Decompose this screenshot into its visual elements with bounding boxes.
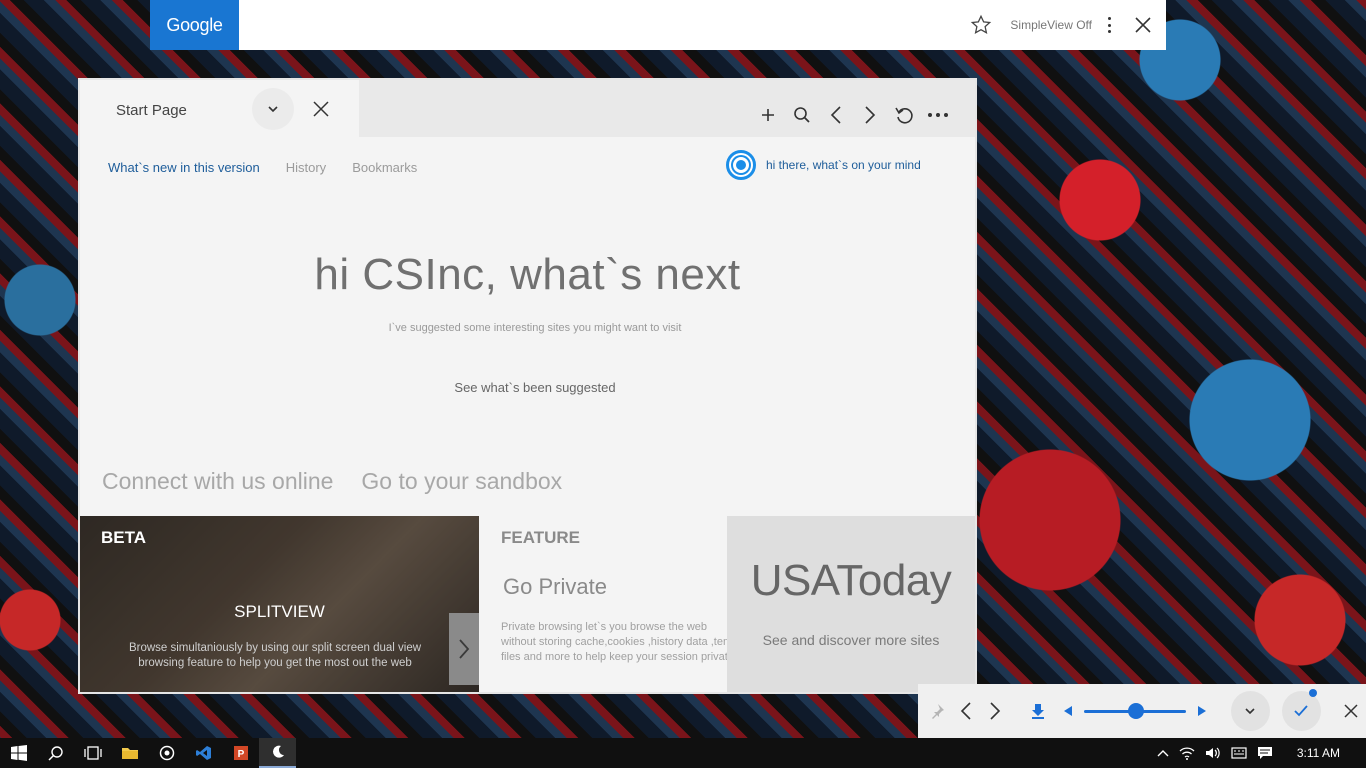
forward-button[interactable] — [980, 696, 1009, 726]
close-icon — [1344, 704, 1358, 718]
slider-increase-button[interactable] — [1188, 696, 1217, 726]
back-button[interactable] — [825, 104, 847, 126]
pin-icon — [931, 704, 944, 719]
chevron-up-icon[interactable] — [1157, 749, 1169, 757]
download-icon — [1032, 704, 1045, 719]
close-bar-button[interactable] — [1337, 696, 1366, 726]
more-options-button[interactable] — [927, 104, 949, 126]
refresh-button[interactable] — [893, 104, 915, 126]
tab-dropdown-button[interactable] — [252, 88, 294, 130]
see-suggested-link[interactable]: See what`s been suggested — [80, 380, 990, 395]
task-view-icon — [83, 746, 102, 760]
cortana-text: hi there, what`s on your mind — [766, 158, 921, 172]
cortana-prompt[interactable]: hi there, what`s on your mind — [726, 150, 921, 180]
slider-knob[interactable] — [1128, 703, 1145, 719]
tab-bar: Start Page — [80, 80, 975, 137]
floating-control-bar — [918, 684, 1366, 738]
beta-description: Browse simultaniously by using our split… — [128, 642, 422, 669]
carousel-next-button[interactable] — [449, 613, 479, 685]
folder-icon — [121, 748, 138, 759]
beta-card[interactable]: BETA SPLITVIEW Browse simultaniously by … — [80, 516, 479, 692]
file-explorer-button[interactable] — [111, 738, 148, 768]
search-icon — [47, 746, 63, 761]
pin-button[interactable] — [922, 696, 951, 726]
browser-window: Start Page What`s new in this version Hi… — [78, 78, 977, 694]
system-tray: 3:11 AM — [1157, 738, 1366, 768]
visual-studio-icon — [195, 746, 211, 760]
taskbar: P 3:11 AM — [0, 738, 1366, 768]
usatoday-description: See and discover more sites — [762, 632, 940, 648]
confirm-button[interactable] — [1281, 689, 1321, 731]
page-headline: hi CSInc, what`s next — [314, 250, 741, 299]
cortana-icon — [726, 150, 756, 180]
circle-app-icon — [159, 745, 174, 761]
forward-button[interactable] — [859, 104, 881, 126]
feature-title: Go Private — [503, 574, 607, 599]
nav-bookmarks[interactable]: Bookmarks — [352, 160, 417, 175]
expand-button[interactable] — [1230, 691, 1270, 731]
tab-start-page[interactable]: Start Page — [80, 80, 359, 137]
task-view-button[interactable] — [74, 738, 111, 768]
start-button[interactable] — [0, 738, 37, 768]
taskbar-search-button[interactable] — [37, 738, 74, 768]
close-tab-icon[interactable] — [312, 100, 330, 118]
zoom-slider[interactable] — [1084, 701, 1186, 721]
wifi-icon[interactable] — [1179, 746, 1195, 760]
browser-taskbar-button[interactable] — [259, 738, 296, 768]
clock[interactable]: 3:11 AM — [1297, 746, 1340, 760]
nav-whats-new[interactable]: What`s new in this version — [108, 160, 260, 175]
app-circle-button[interactable] — [148, 738, 185, 768]
chevron-down-icon — [268, 106, 278, 113]
triangle-left-icon — [1063, 706, 1072, 716]
chevron-right-icon — [459, 639, 470, 659]
sandbox-link[interactable]: Go to your sandbox — [361, 468, 562, 495]
chevron-down-icon — [1245, 708, 1255, 715]
keyboard-icon[interactable] — [1231, 746, 1247, 760]
volume-icon[interactable] — [1205, 746, 1221, 760]
checkmark-icon — [1294, 705, 1308, 717]
new-tab-button[interactable] — [757, 104, 779, 126]
start-page-nav: What`s new in this version History Bookm… — [108, 160, 417, 175]
windows-logo-icon — [10, 745, 27, 761]
connect-online-link[interactable]: Connect with us online — [102, 468, 333, 495]
google-search-bar: Google SimpleView Off — [150, 0, 1166, 50]
download-button[interactable] — [1024, 696, 1053, 726]
chevron-left-icon — [960, 702, 971, 720]
notifications-icon[interactable] — [1257, 745, 1273, 761]
ellipsis-icon — [928, 113, 948, 117]
search-icon — [794, 107, 810, 123]
chevron-right-icon — [990, 702, 1001, 720]
plus-icon — [762, 109, 774, 121]
star-icon[interactable] — [970, 14, 992, 36]
nav-history[interactable]: History — [286, 160, 326, 175]
usatoday-title: USAToday — [750, 556, 952, 605]
beta-title: SPLITVIEW — [234, 602, 325, 621]
feature-description: Private browsing let`s you browse the we… — [501, 621, 727, 663]
powerpoint-icon: P — [233, 746, 248, 760]
beta-label: BETA — [101, 528, 147, 547]
feature-card[interactable]: FEATURE Go Private Private browsing let`… — [479, 516, 727, 692]
close-icon[interactable] — [1134, 16, 1152, 34]
google-logo[interactable]: Google — [150, 0, 239, 50]
chevron-right-icon — [865, 106, 876, 124]
quick-links: Connect with us online Go to your sandbo… — [102, 468, 562, 495]
page-subline: I`ve suggested some interesting sites yo… — [388, 322, 682, 334]
tab-title: Start Page — [116, 102, 187, 119]
notification-dot — [1308, 689, 1317, 697]
more-menu-icon[interactable] — [1106, 17, 1112, 33]
usatoday-card[interactable]: USAToday See and discover more sites — [727, 516, 975, 692]
slider-decrease-button[interactable] — [1053, 696, 1082, 726]
back-button[interactable] — [951, 696, 980, 726]
search-button[interactable] — [791, 104, 813, 126]
triangle-right-icon — [1198, 706, 1207, 716]
refresh-icon — [895, 107, 913, 124]
visual-studio-button[interactable] — [185, 738, 222, 768]
svg-text:P: P — [237, 749, 244, 760]
simpleview-toggle[interactable]: SimpleView Off — [1010, 18, 1092, 32]
feature-label: FEATURE — [501, 528, 581, 547]
toolbar — [757, 104, 949, 126]
chevron-left-icon — [830, 106, 841, 124]
powerpoint-button[interactable]: P — [222, 738, 259, 768]
moon-app-icon — [272, 745, 284, 758]
